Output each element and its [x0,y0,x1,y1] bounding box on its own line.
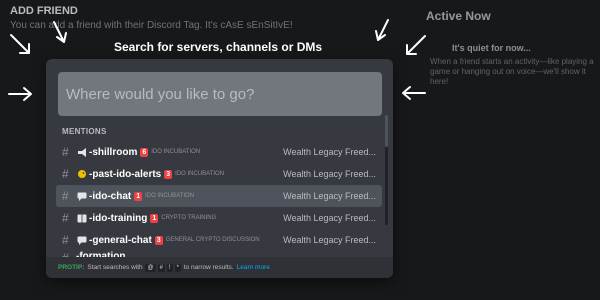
category-label: IDO INCUBATION [145,193,195,199]
server-name: Wealth Legacy Freed... [283,213,376,223]
mention-badge: 1 [134,191,143,201]
megaphone-icon [76,147,87,157]
book-icon [76,213,87,223]
protip-text-before: Start searches with [87,264,143,271]
hash-icon: # [62,233,69,247]
result-row-ido-chat[interactable]: # -ido-chat 1 IDO INCUBATION Wealth Lega… [56,185,382,207]
hash-icon: # [62,167,69,181]
category-label: IDO INCUBATION [175,171,225,177]
hash-icon: # [62,145,69,159]
hash-icon: # [62,211,69,225]
mention-badge: 3 [164,169,173,179]
result-row-general-chat[interactable]: # -general-chat 3 GENERAL CRYPTO DISCUSS… [56,229,382,251]
channel-name: -shillroom [89,146,138,158]
add-friend-title: ADD FRIEND [10,5,78,17]
channel-name: -ido-chat [89,190,132,202]
mention-badge: 3 [154,235,163,245]
active-now-panel: Active Now It's quiet for now... When a … [412,0,600,300]
mentions-section-title: MENTIONS [62,127,107,136]
protip-key-hash: # [157,263,165,272]
scrollbar-thumb[interactable] [385,115,388,147]
chick-icon [76,169,87,179]
protip-key-bang: ! [166,263,173,272]
channel-name: -past-ido-alerts [89,168,162,180]
server-name: Wealth Legacy Freed... [283,235,376,245]
results-scrollbar[interactable] [385,115,388,225]
add-friend-description: You can add a friend with their Discord … [10,20,293,31]
protip-bar: PROTIP: Start searches with @ # ! * to n… [46,257,393,278]
quick-switcher-modal: MENTIONS # -shillroom 6 IDO INCUBATION W… [46,59,393,278]
protip-key-at: @ [145,263,156,272]
hash-icon: # [62,189,69,203]
mention-badge: 1 [150,213,159,223]
category-label: IDO INCUBATION [151,149,201,155]
protip-key-star: * [174,263,181,272]
result-row-shillroom[interactable]: # -shillroom 6 IDO INCUBATION Wealth Leg… [56,141,382,163]
active-now-title: Active Now [426,9,491,23]
speech-icon [76,191,87,201]
learn-more-link[interactable]: Learn more [237,264,270,271]
server-name: Wealth Legacy Freed... [283,191,376,201]
results-list: # -shillroom 6 IDO INCUBATION Wealth Leg… [56,141,382,265]
result-row-past-ido-alerts[interactable]: # -past-ido-alerts 3 IDO INCUBATION Weal… [56,163,382,185]
modal-heading: Search for servers, channels or DMs [113,40,323,54]
protip-text-after: to narrow results. [183,264,234,271]
category-label: GENERAL CRYPTO DISCUSSION [165,237,260,243]
server-name: Wealth Legacy Freed... [283,147,376,157]
quiet-title: It's quiet for now... [452,43,531,53]
mention-badge: 6 [140,147,149,157]
result-row-ido-training[interactable]: # -ido-training 1 CRYPTO TRAINING Wealth… [56,207,382,229]
protip-label: PROTIP: [58,264,85,271]
channel-name: -general-chat [89,234,152,246]
quiet-description: When a friend starts an activity—like pl… [430,57,594,86]
category-label: CRYPTO TRAINING [161,215,217,221]
channel-name: -ido-training [89,212,148,224]
server-name: Wealth Legacy Freed... [283,169,376,179]
speech-icon [76,235,87,245]
quick-switcher-search-input[interactable] [58,72,382,116]
